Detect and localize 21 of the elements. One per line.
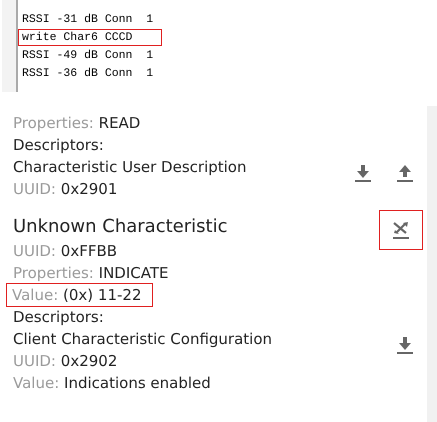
descriptor-name: Client Characteristic Configuration [13, 329, 272, 350]
log-line: RSSI -36 dB Conn 1 [21, 66, 154, 82]
property-text: UUID: 0x2901 [13, 179, 118, 200]
descriptor-name: Characteristic User Description [13, 157, 246, 178]
property-text: Properties: INDICATE [13, 263, 168, 284]
characteristic-title: Unknown Characteristic [13, 215, 228, 239]
download-icon [353, 162, 373, 182]
property-text: Properties: READ [13, 113, 140, 134]
descriptors-heading: Descriptors: [13, 307, 104, 328]
log-line: RSSI -49 dB Conn 1 [21, 48, 154, 64]
crossed-arrows-icon [391, 220, 411, 240]
property-text: UUID: 0x2902 [13, 351, 118, 372]
property-text: Value: Indications enabled [13, 373, 211, 394]
property-text: UUID: 0xFFBB [13, 241, 118, 262]
read-button[interactable] [353, 162, 373, 182]
property-text: Value: (0x) 11-22 [7, 284, 152, 306]
download-icon [395, 334, 415, 354]
indicate-button[interactable] [379, 210, 423, 250]
descriptors-heading: Descriptors: [13, 135, 104, 156]
log-line: RSSI -31 dB Conn 1 [21, 12, 154, 28]
read-button[interactable] [395, 334, 415, 354]
